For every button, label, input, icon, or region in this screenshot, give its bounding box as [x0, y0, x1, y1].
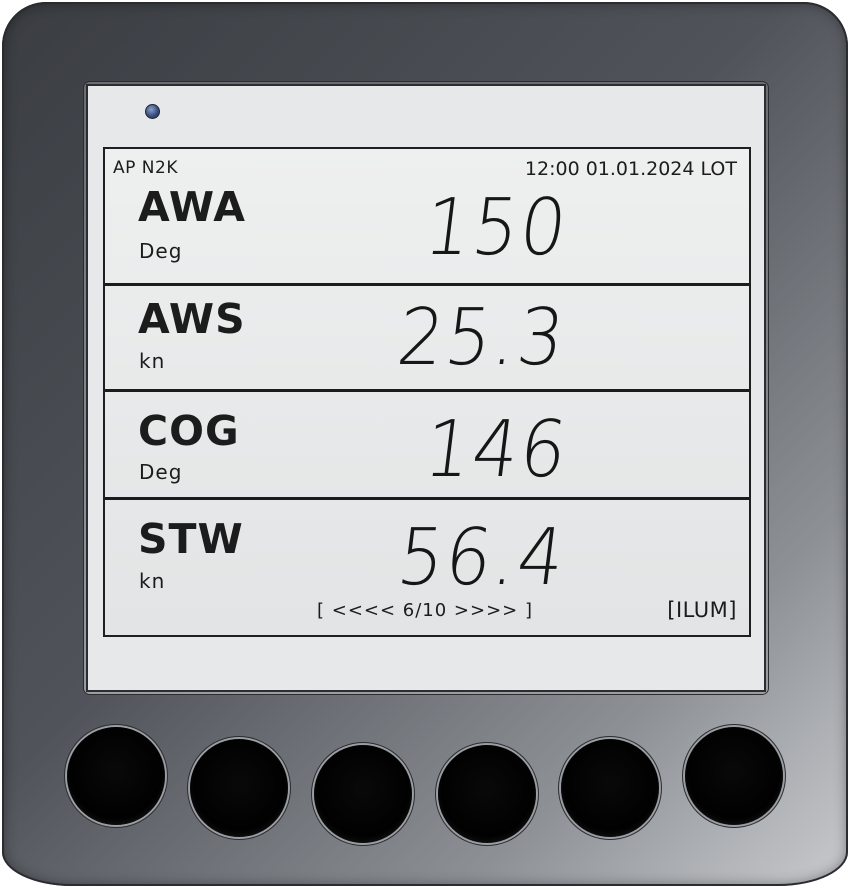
page-indicator: [ <<<< 6/10 >>>> ] [317, 600, 534, 621]
row-unit-cog: Deg [139, 460, 183, 484]
row-divider [105, 283, 749, 286]
row-unit-stw: kn [139, 569, 166, 593]
soft-key-4-button[interactable] [438, 745, 536, 843]
illumination-indicator: [ILUM] [667, 598, 737, 622]
soft-key-5-button[interactable] [561, 739, 659, 837]
row-value-aws: 25.3 [392, 293, 571, 383]
row-unit-awa: Deg [139, 239, 183, 263]
row-value-stw: 56.4 [392, 513, 571, 603]
datetime-readout: 12:00 01.01.2024 LOT [524, 158, 737, 180]
soft-key-6-button[interactable] [685, 727, 783, 825]
soft-key-3-button[interactable] [314, 745, 412, 843]
row-unit-aws: kn [139, 349, 166, 373]
row-label-stw: STW [138, 515, 244, 563]
status-led-icon [145, 104, 160, 119]
row-value-cog: 146 [419, 405, 574, 495]
soft-key-1-button[interactable] [67, 727, 165, 825]
row-divider [105, 389, 749, 392]
row-divider [105, 497, 749, 500]
row-label-aws: AWS [138, 295, 246, 343]
source-indicator: AP N2K [113, 158, 178, 178]
soft-key-2-button[interactable] [190, 739, 288, 837]
row-label-cog: COG [138, 407, 240, 455]
row-label-awa: AWA [138, 183, 247, 231]
lcd-display: AP N2K 12:00 01.01.2024 LOT AWA Deg 150 … [103, 147, 751, 637]
row-value-awa: 150 [419, 183, 574, 273]
